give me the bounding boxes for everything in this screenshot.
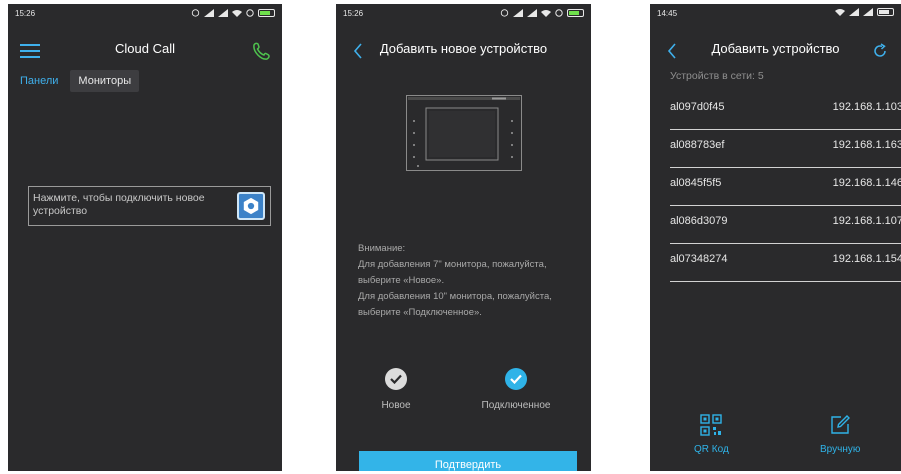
status-time: 15:26 <box>343 9 364 18</box>
edit-pencil-icon <box>831 415 851 434</box>
option-connected-label: Подключенное <box>481 400 551 411</box>
page-title: Добавить устройство <box>711 41 840 56</box>
device-name: al0845f5f5 <box>670 177 722 189</box>
option-new-label: Новое <box>381 400 411 411</box>
device-list: al097d0f45 192.168.1.103 al088783ef 192.… <box>670 92 901 282</box>
device-ip: 192.168.1.107 <box>832 215 901 227</box>
check-circle-icon[interactable] <box>505 368 527 390</box>
tab-bar: Панели Мониторы <box>20 70 140 92</box>
monitor-device-icon <box>406 95 522 171</box>
device-row[interactable]: al086d3079 192.168.1.107 <box>670 206 901 244</box>
app-bar: Cloud Call <box>8 32 282 68</box>
screen-cloud-call: 15:26 Cloud Call Панели Мониторы Нажмите… <box>8 4 282 471</box>
device-name: al086d3079 <box>670 215 728 227</box>
phone-handset-icon[interactable] <box>248 38 274 64</box>
confirm-button[interactable]: Подтвердить <box>359 451 577 471</box>
signal-icon <box>513 8 523 17</box>
device-row[interactable]: al088783ef 192.168.1.163 <box>670 130 901 168</box>
device-ip: 192.168.1.163 <box>832 139 901 151</box>
status-bar: 15:26 <box>8 4 282 24</box>
notice-line: Внимание: <box>358 243 406 254</box>
connect-device-label-line: устройство <box>33 205 88 217</box>
wifi-icon <box>232 9 242 17</box>
tab-panels[interactable]: Панели <box>20 71 68 91</box>
devices-count-label: Устройств в сети: 5 <box>670 70 764 82</box>
connect-device-label-line: Нажмите, чтобы подключить новое <box>33 192 205 204</box>
notice-line: выберите «Подключенное». <box>358 307 482 318</box>
battery-icon <box>567 8 584 17</box>
battery-icon <box>258 8 275 17</box>
app-bar: Добавить новое устройство <box>336 32 591 68</box>
connect-device-label: Нажмите, чтобы подключить новое устройст… <box>33 192 228 218</box>
signal-icon <box>863 8 873 16</box>
app-bar: Добавить устройство <box>650 32 901 68</box>
qr-code-button[interactable]: QR Код <box>694 414 729 455</box>
qr-code-icon <box>700 414 723 436</box>
device-row[interactable]: al07348274 192.168.1.154 <box>670 244 901 282</box>
manual-entry-label: Вручную <box>820 444 861 455</box>
notice-text: Внимание: Для добавления 7" монитора, по… <box>358 241 583 321</box>
status-icons <box>500 8 584 17</box>
status-time: 14:45 <box>657 9 678 18</box>
option-new[interactable]: Новое <box>346 368 446 411</box>
alarm-icon <box>191 9 200 17</box>
manual-entry-button[interactable]: Вручную <box>820 414 860 455</box>
signal-icon <box>527 8 537 17</box>
qr-code-label: QR Код <box>694 444 729 455</box>
device-name: al097d0f45 <box>670 101 725 113</box>
alarm-icon <box>500 9 509 17</box>
data-saver-icon <box>555 8 563 17</box>
page-title: Добавить новое устройство <box>379 41 548 56</box>
status-icons <box>191 8 275 17</box>
notice-line: Для добавления 10" монитора, пожалуйста, <box>358 291 552 302</box>
wifi-icon <box>541 9 551 17</box>
tab-monitors[interactable]: Мониторы <box>70 70 140 92</box>
check-circle-icon[interactable] <box>385 368 407 390</box>
hexagon-add-device-icon[interactable] <box>237 192 265 220</box>
data-saver-icon <box>246 8 254 17</box>
signal-icon <box>204 8 214 17</box>
device-ip: 192.168.1.154 <box>832 253 901 265</box>
connect-device-button[interactable]: Нажмите, чтобы подключить новое устройст… <box>28 186 271 226</box>
screen-add-device-list: 14:45 Добавить устройство Устройств в се… <box>650 4 901 471</box>
signal-icon <box>218 8 228 17</box>
device-name: al088783ef <box>670 139 725 151</box>
signal-icon <box>849 8 859 16</box>
device-name: al07348274 <box>670 253 728 265</box>
device-ip: 192.168.1.146 <box>832 177 901 189</box>
option-connected[interactable]: Подключенное <box>466 368 566 411</box>
device-ip: 192.168.1.103 <box>832 101 901 113</box>
device-row[interactable]: al0845f5f5 192.168.1.146 <box>670 168 901 206</box>
status-time: 15:26 <box>15 9 36 18</box>
status-bar: 14:45 <box>650 4 901 24</box>
battery-icon <box>877 8 894 16</box>
refresh-icon[interactable] <box>867 38 893 64</box>
status-bar: 15:26 <box>336 4 591 24</box>
notice-line: Для добавления 7" монитора, пожалуйста, <box>358 259 547 270</box>
wifi-icon <box>835 9 845 16</box>
page-title: Cloud Call <box>115 41 175 56</box>
screen-add-new-device: 15:26 Добавить новое устройство Внимание… <box>336 4 591 471</box>
notice-line: выберите «Новое». <box>358 275 445 286</box>
status-icons <box>835 8 894 16</box>
device-row[interactable]: al097d0f45 192.168.1.103 <box>670 92 901 130</box>
